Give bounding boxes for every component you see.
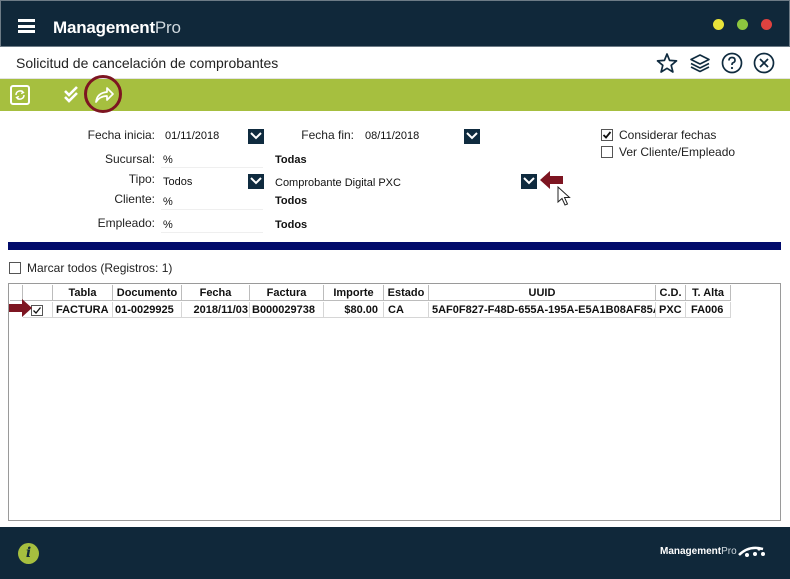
fecha-fin-label: Fecha fin: — [301, 128, 354, 142]
table-header-tabla[interactable]: Tabla — [53, 285, 113, 301]
table-header-documento[interactable]: Documento — [113, 285, 182, 301]
app-header: ManagementPro — [0, 0, 790, 47]
sucursal-label: Sucursal: — [104, 152, 155, 166]
ver-cliente-label: Ver Cliente/Empleado — [619, 145, 736, 159]
close-icon[interactable] — [753, 52, 775, 74]
tipo-label: Tipo: — [128, 172, 155, 186]
cell-fecha: 2018/11/03 — [182, 302, 250, 318]
empleado-description: Todos — [275, 219, 308, 231]
refresh-icon[interactable] — [10, 85, 30, 105]
sucursal-field[interactable]: % — [161, 151, 263, 168]
footer-brand: ManagementPro — [660, 546, 737, 557]
fecha-fin-field[interactable]: 08/11/2018 — [363, 127, 461, 144]
section-divider — [8, 242, 781, 250]
cell-documento: 01-0029925 — [113, 302, 182, 318]
cliente-description: Todos — [275, 195, 308, 207]
chevron-down-icon — [250, 132, 262, 140]
app-brand: ManagementPro — [53, 18, 181, 37]
menu-icon[interactable] — [18, 19, 35, 33]
cell-factura: B000029738 — [250, 302, 324, 318]
table-header-fecha[interactable]: Fecha — [182, 285, 250, 301]
cell-cd: PXC — [656, 302, 686, 318]
highlight-circle — [84, 75, 122, 113]
maximize-button[interactable] — [737, 19, 748, 30]
comprobantes-table: Tabla Documento Fecha Factura Importe Es… — [8, 283, 781, 521]
table-header-cd[interactable]: C.D. — [656, 285, 686, 301]
fecha-inicia-field[interactable]: 01/11/2018 — [163, 127, 243, 144]
cell-tabla: FACTURA — [53, 302, 113, 318]
fecha-inicia-dropdown[interactable] — [248, 129, 264, 144]
double-check-icon[interactable] — [62, 85, 80, 105]
cell-uuid: 5AF0F827-F48D-655A-195A-E5A1B08AF85A — [429, 302, 656, 318]
title-bar: Solicitud de cancelación de comprobantes — [0, 47, 790, 79]
empleado-label: Empleado: — [97, 216, 155, 230]
mouse-cursor-icon — [557, 186, 571, 206]
table-header-uuid[interactable]: UUID — [429, 285, 656, 301]
star-icon[interactable] — [656, 52, 678, 74]
table-header-t-alta[interactable]: T. Alta — [686, 285, 731, 301]
table-header-importe[interactable]: Importe — [324, 285, 384, 301]
checkmark-icon — [602, 131, 612, 139]
cliente-field[interactable]: % — [161, 193, 263, 210]
brand-logo-icon — [738, 546, 765, 557]
close-window-button[interactable] — [761, 19, 772, 30]
app-footer: i ManagementPro — [0, 527, 790, 579]
chevron-down-icon — [523, 177, 535, 185]
fecha-inicia-label: Fecha inicia: — [87, 128, 155, 142]
layers-icon[interactable] — [689, 52, 711, 74]
tipo-dropdown[interactable] — [248, 174, 264, 189]
cell-t-alta: FA006 — [686, 302, 731, 318]
ver-cliente-checkbox[interactable] — [601, 146, 613, 158]
minimize-button[interactable] — [713, 19, 724, 30]
chevron-down-icon — [250, 177, 262, 185]
table-header-estado[interactable]: Estado — [384, 285, 429, 301]
table-header-factura[interactable]: Factura — [250, 285, 324, 301]
considerar-fechas-label: Considerar fechas — [619, 128, 717, 142]
tipo-comprobante-dropdown[interactable] — [521, 174, 537, 189]
cell-estado: CA — [384, 302, 429, 318]
sucursal-description: Todas — [275, 154, 307, 166]
marcar-todos-checkbox[interactable] — [9, 262, 21, 274]
empleado-field[interactable]: % — [161, 216, 263, 233]
info-icon[interactable]: i — [18, 543, 39, 564]
cliente-label: Cliente: — [114, 192, 155, 206]
tipo-comprobante-select[interactable]: Comprobante Digital PXC — [273, 174, 517, 191]
fecha-fin-dropdown[interactable] — [464, 129, 480, 144]
help-icon[interactable] — [721, 52, 743, 74]
page-title: Solicitud de cancelación de comprobantes — [16, 55, 279, 71]
row-annotation-arrow-icon — [9, 299, 32, 317]
tipo-select[interactable]: Todos — [161, 173, 243, 190]
chevron-down-icon — [466, 132, 478, 140]
cell-importe: $80.00 — [324, 302, 384, 318]
considerar-fechas-checkbox[interactable] — [601, 129, 613, 141]
marcar-todos-label: Marcar todos (Registros: 1) — [27, 261, 173, 275]
